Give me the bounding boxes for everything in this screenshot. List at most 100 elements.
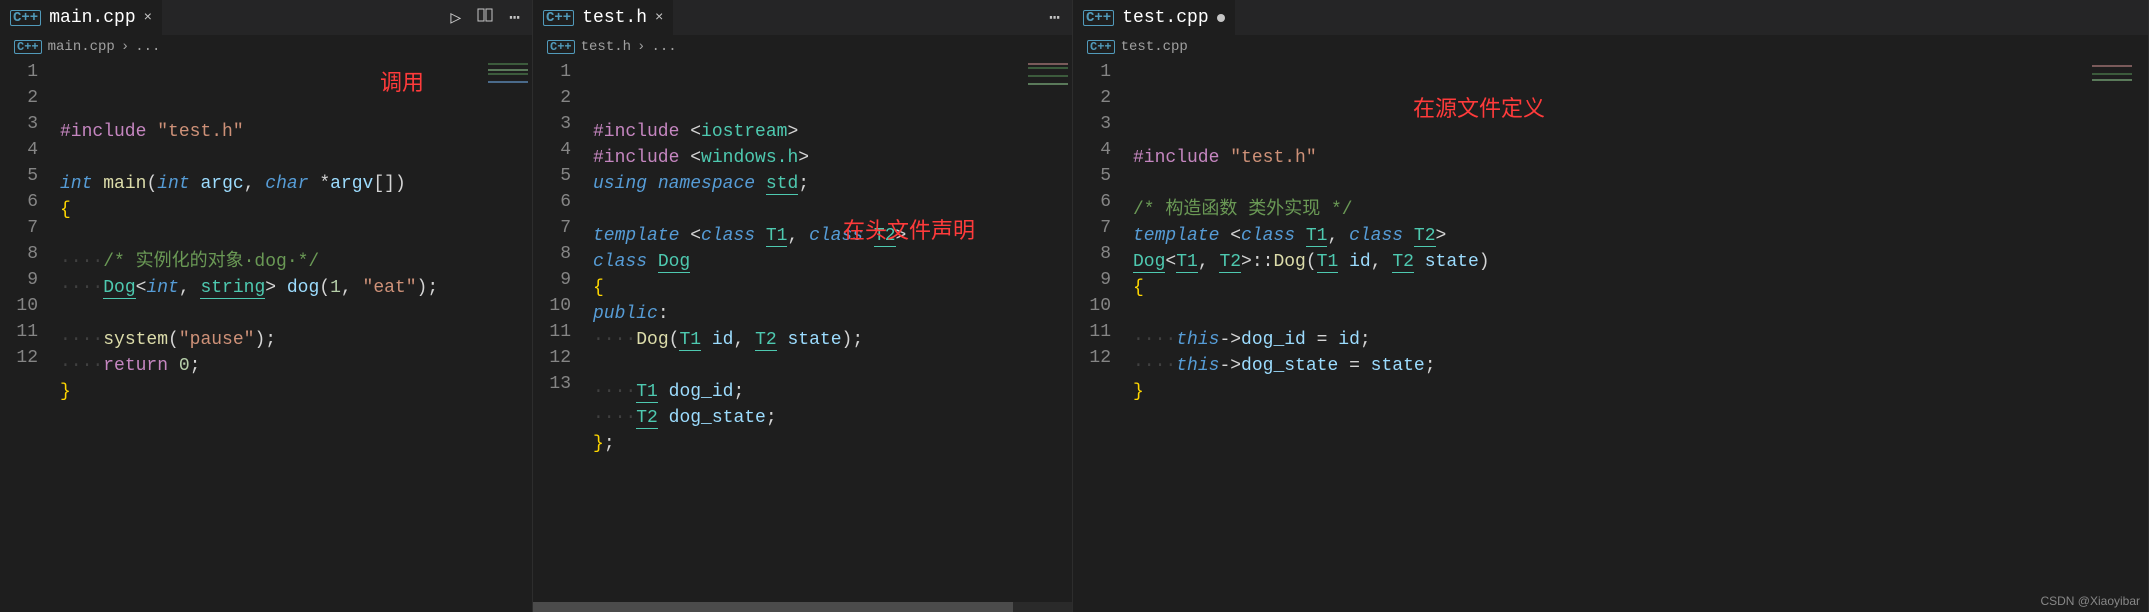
tab-test-h[interactable]: C++ test.h × bbox=[533, 0, 673, 35]
cpp-file-icon: C++ bbox=[1083, 10, 1114, 26]
code-line[interactable]: #include <iostream> bbox=[593, 119, 1024, 145]
cpp-file-icon: C++ bbox=[10, 10, 41, 26]
line-number: 5 bbox=[1073, 163, 1111, 189]
code-line[interactable]: ····T1 dog_id; bbox=[593, 379, 1024, 405]
minimap[interactable] bbox=[1024, 59, 1072, 612]
line-number: 7 bbox=[533, 215, 571, 241]
more-actions-button[interactable]: ⋯ bbox=[1049, 7, 1060, 29]
code-line[interactable] bbox=[593, 353, 1024, 379]
code-line[interactable]: #include "test.h" bbox=[1133, 145, 2088, 171]
line-number: 10 bbox=[1073, 293, 1111, 319]
cpp-file-icon: C++ bbox=[547, 40, 575, 54]
code-line[interactable]: using namespace std; bbox=[593, 171, 1024, 197]
code-area[interactable]: 在源文件定义 #include "test.h"/* 构造函数 类外实现 */t… bbox=[1133, 59, 2088, 612]
code-editor[interactable]: 123456789101112 调用 #include "test.h"int … bbox=[0, 59, 532, 612]
close-icon[interactable]: × bbox=[655, 10, 663, 26]
line-number: 6 bbox=[533, 189, 571, 215]
code-area[interactable]: 调用 #include "test.h"int main(int argc, c… bbox=[60, 59, 484, 612]
code-line[interactable]: { bbox=[60, 197, 484, 223]
editor-pane-main: C++ main.cpp × ▷ ⋯ C++ main.cpp › ... 12… bbox=[0, 0, 533, 612]
code-line[interactable]: } bbox=[1133, 379, 2088, 405]
line-number: 11 bbox=[533, 319, 571, 345]
breadcrumb[interactable]: C++ main.cpp › ... bbox=[0, 35, 532, 59]
code-line[interactable]: template <class T1, class T2> bbox=[593, 223, 1024, 249]
tab-label: main.cpp bbox=[49, 8, 135, 28]
close-icon[interactable]: × bbox=[144, 10, 152, 26]
tab-test-cpp[interactable]: C++ test.cpp bbox=[1073, 0, 1235, 35]
line-number: 8 bbox=[0, 241, 38, 267]
code-line[interactable]: ····system("pause"); bbox=[60, 327, 484, 353]
code-line[interactable] bbox=[1133, 119, 2088, 145]
code-line[interactable]: ····Dog(T1 id, T2 state); bbox=[593, 327, 1024, 353]
code-line[interactable]: }; bbox=[593, 431, 1024, 457]
code-line[interactable]: ····T2 dog_state; bbox=[593, 405, 1024, 431]
code-line[interactable] bbox=[60, 223, 484, 249]
more-actions-button[interactable]: ⋯ bbox=[509, 7, 520, 29]
code-line[interactable]: class Dog bbox=[593, 249, 1024, 275]
line-number: 9 bbox=[533, 267, 571, 293]
code-editor[interactable]: 123456789101112 在源文件定义 #include "test.h"… bbox=[1073, 59, 2148, 612]
line-number: 7 bbox=[1073, 215, 1111, 241]
editor-pane-test-cpp: C++ test.cpp C++ test.cpp 12345678910111… bbox=[1073, 0, 2149, 612]
code-line[interactable] bbox=[1133, 405, 2088, 431]
code-line[interactable]: { bbox=[1133, 275, 2088, 301]
code-line[interactable] bbox=[1133, 301, 2088, 327]
code-line[interactable]: { bbox=[593, 275, 1024, 301]
line-number: 2 bbox=[0, 85, 38, 111]
editor-pane-test-h: C++ test.h × ⋯ C++ test.h › ... 12345678… bbox=[533, 0, 1073, 612]
code-line[interactable]: /* 构造函数 类外实现 */ bbox=[1133, 197, 2088, 223]
code-line[interactable] bbox=[1133, 171, 2088, 197]
code-line[interactable]: template <class T1, class T2> bbox=[1133, 223, 2088, 249]
minimap[interactable] bbox=[2088, 59, 2148, 612]
chevron-right-icon: › bbox=[637, 39, 645, 55]
code-line[interactable]: ····/* 实例化的对象·dog·*/ bbox=[60, 249, 484, 275]
minimap[interactable] bbox=[484, 59, 532, 612]
cpp-file-icon: C++ bbox=[1087, 40, 1115, 54]
line-number: 8 bbox=[1073, 241, 1111, 267]
line-number: 8 bbox=[533, 241, 571, 267]
breadcrumb-file: test.h bbox=[581, 39, 631, 55]
breadcrumb-rest: ... bbox=[135, 39, 160, 55]
code-line[interactable]: #include <windows.h> bbox=[593, 145, 1024, 171]
horizontal-scrollbar[interactable] bbox=[533, 602, 1072, 612]
code-line[interactable] bbox=[60, 145, 484, 171]
line-number: 10 bbox=[0, 293, 38, 319]
code-line[interactable]: public: bbox=[593, 301, 1024, 327]
code-editor[interactable]: 12345678910111213 在头文件声明 #include <iostr… bbox=[533, 59, 1072, 612]
chevron-right-icon: › bbox=[121, 39, 129, 55]
breadcrumb-file: test.cpp bbox=[1121, 39, 1188, 55]
code-line[interactable]: ····this->dog_state = state; bbox=[1133, 353, 2088, 379]
run-button[interactable]: ▷ bbox=[450, 7, 461, 29]
breadcrumb[interactable]: C++ test.cpp bbox=[1073, 35, 2148, 59]
line-gutter: 123456789101112 bbox=[1073, 59, 1133, 612]
line-number: 5 bbox=[0, 163, 38, 189]
code-line[interactable] bbox=[593, 197, 1024, 223]
code-line[interactable] bbox=[60, 405, 484, 431]
line-number: 4 bbox=[0, 137, 38, 163]
line-number: 11 bbox=[1073, 319, 1111, 345]
code-line[interactable]: int main(int argc, char *argv[]) bbox=[60, 171, 484, 197]
line-gutter: 123456789101112 bbox=[0, 59, 60, 612]
line-number: 2 bbox=[1073, 85, 1111, 111]
breadcrumb[interactable]: C++ test.h › ... bbox=[533, 35, 1072, 59]
code-line[interactable]: ····Dog<int, string> dog(1, "eat"); bbox=[60, 275, 484, 301]
line-number: 3 bbox=[1073, 111, 1111, 137]
code-line[interactable]: ····this->dog_id = id; bbox=[1133, 327, 2088, 353]
code-line[interactable]: } bbox=[60, 379, 484, 405]
code-line[interactable]: ····return 0; bbox=[60, 353, 484, 379]
watermark: CSDN @Xiaoyibar bbox=[2040, 594, 2140, 608]
unsaved-dot-icon[interactable] bbox=[1217, 14, 1225, 22]
breadcrumb-rest: ... bbox=[651, 39, 676, 55]
code-line[interactable]: Dog<T1, T2>::Dog(T1 id, T2 state) bbox=[1133, 249, 2088, 275]
tab-main-cpp[interactable]: C++ main.cpp × bbox=[0, 0, 162, 35]
line-number: 1 bbox=[1073, 59, 1111, 85]
split-editor-button[interactable] bbox=[477, 7, 493, 29]
code-line[interactable]: #include "test.h" bbox=[60, 119, 484, 145]
code-area[interactable]: 在头文件声明 #include <iostream>#include <wind… bbox=[593, 59, 1024, 612]
line-number: 9 bbox=[1073, 267, 1111, 293]
line-number: 11 bbox=[0, 319, 38, 345]
breadcrumb-file: main.cpp bbox=[48, 39, 115, 55]
line-number: 6 bbox=[0, 189, 38, 215]
line-number: 13 bbox=[533, 371, 571, 397]
code-line[interactable] bbox=[60, 301, 484, 327]
